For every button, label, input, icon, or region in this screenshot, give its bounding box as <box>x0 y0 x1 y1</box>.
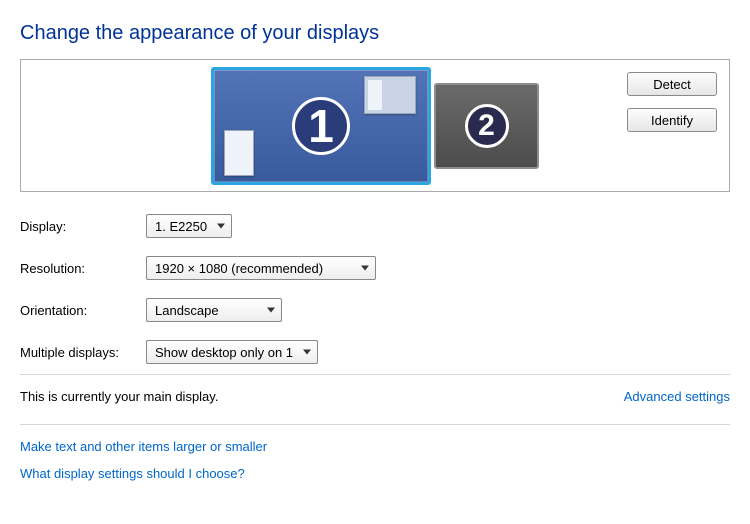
divider <box>20 424 730 425</box>
multiple-displays-label: Multiple displays: <box>20 345 146 360</box>
chevron-down-icon <box>217 224 225 229</box>
chevron-down-icon <box>303 350 311 355</box>
display-label: Display: <box>20 219 146 234</box>
display-select[interactable]: 1. E2250 <box>146 214 232 238</box>
monitor-number-badge: 1 <box>292 97 350 155</box>
monitor-layout: 1 2 <box>211 67 539 185</box>
help-link[interactable]: What display settings should I choose? <box>20 466 730 481</box>
identify-button[interactable]: Identify <box>627 108 717 132</box>
orientation-select-value: Landscape <box>155 303 219 318</box>
multiple-displays-select-value: Show desktop only on 1 <box>155 345 293 360</box>
resolution-select-value: 1920 × 1080 (recommended) <box>155 261 323 276</box>
multiple-displays-select[interactable]: Show desktop only on 1 <box>146 340 318 364</box>
window-thumbnail-icon <box>364 76 416 114</box>
orientation-select[interactable]: Landscape <box>146 298 282 322</box>
resolution-select[interactable]: 1920 × 1080 (recommended) <box>146 256 376 280</box>
main-display-status: This is currently your main display. <box>20 389 218 404</box>
resolution-label: Resolution: <box>20 261 146 276</box>
monitor-1[interactable]: 1 <box>211 67 431 185</box>
text-size-link[interactable]: Make text and other items larger or smal… <box>20 439 730 454</box>
display-select-value: 1. E2250 <box>155 219 207 234</box>
chevron-down-icon <box>267 308 275 313</box>
page-title: Change the appearance of your displays <box>20 22 730 45</box>
orientation-label: Orientation: <box>20 303 146 318</box>
chevron-down-icon <box>361 266 369 271</box>
monitor-2[interactable]: 2 <box>434 83 539 169</box>
monitor-number-badge: 2 <box>465 104 509 148</box>
divider <box>20 374 730 375</box>
window-thumbnail-icon <box>224 130 254 176</box>
detect-button[interactable]: Detect <box>627 72 717 96</box>
advanced-settings-link[interactable]: Advanced settings <box>624 389 730 404</box>
display-arrangement-panel: 1 2 Detect Identify <box>20 59 730 192</box>
